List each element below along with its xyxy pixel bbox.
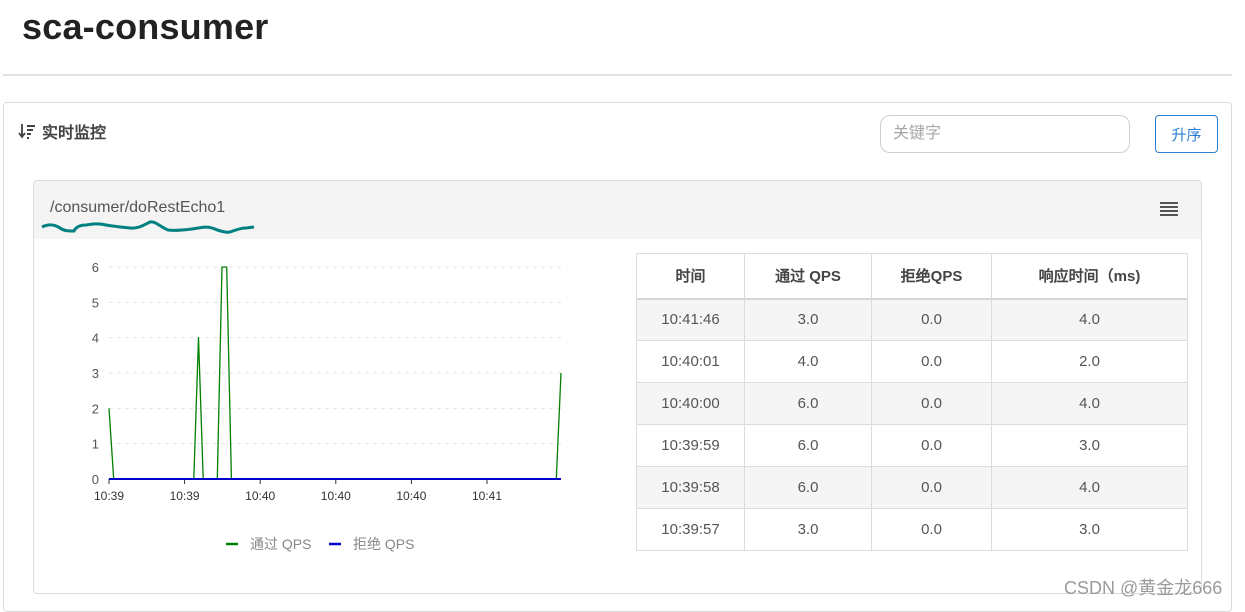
cell-block-qps: 0.0 — [871, 298, 992, 341]
cell-pass-qps: 6.0 — [744, 382, 872, 425]
column-header-block-qps: 拒绝QPS — [871, 253, 992, 300]
resource-name: /consumer/doRestEcho1 — [50, 199, 226, 216]
x-tick-label: 10:39 — [170, 489, 200, 503]
chart-axes: 0 1 2 3 4 5 6 10:39 10:39 10:40 10:40 10:40 10:41 — [92, 260, 561, 503]
cell-pass-qps: 6.0 — [744, 424, 872, 467]
x-tick-label: 10:40 — [245, 489, 275, 503]
table-row: 10:40:01 4.0 0.0 2.0 — [636, 340, 1188, 383]
sort-ascending-button[interactable]: 升序 — [1155, 115, 1218, 153]
cell-block-qps: 0.0 — [871, 340, 992, 383]
cell-rt: 4.0 — [991, 382, 1188, 425]
cell-pass-qps: 6.0 — [744, 466, 872, 509]
table-row: 10:41:46 3.0 0.0 4.0 — [636, 298, 1188, 341]
column-header-time: 时间 — [636, 253, 745, 300]
cell-block-qps: 0.0 — [871, 382, 992, 425]
y-tick-label: 3 — [92, 366, 99, 381]
column-header-rt: 响应时间（ms) — [991, 253, 1188, 300]
resource-card: /consumer/doRestEcho1 0 1 2 3 4 5 6 10:39 10:39 1… — [33, 180, 1202, 594]
chart-grid — [109, 266, 561, 445]
cell-rt: 4.0 — [991, 466, 1188, 509]
table-row: 10:39:57 3.0 0.0 3.0 — [636, 508, 1188, 551]
cell-rt: 3.0 — [991, 508, 1188, 551]
search-input[interactable] — [880, 115, 1130, 153]
watermark: CSDN @黄金龙666 — [1064, 578, 1223, 598]
cell-time: 10:39:59 — [636, 424, 745, 467]
qps-table: 时间 通过 QPS 拒绝QPS 响应时间（ms) 10:41:46 3.0 0.… — [636, 253, 1188, 551]
x-tick-label: 10:41 — [472, 489, 502, 503]
y-tick-label: 4 — [92, 331, 99, 346]
panel-heading-label: 实时监控 — [42, 125, 107, 142]
y-tick-label: 1 — [92, 437, 99, 452]
monitor-panel: 实时监控 升序 /consumer/doRestEcho1 0 1 2 3 4 5 6 10:… — [3, 102, 1232, 612]
panel-heading: 实时监控 — [18, 119, 106, 143]
chart-legend: 通过 QPS 拒绝 QPS — [226, 536, 414, 552]
cell-block-qps: 0.0 — [871, 466, 992, 509]
cell-time: 10:39:57 — [636, 508, 745, 551]
cell-rt: 2.0 — [991, 340, 1188, 383]
y-tick-label: 2 — [92, 401, 99, 416]
y-tick-label: 6 — [92, 260, 99, 275]
qps-line-chart: 0 1 2 3 4 5 6 10:39 10:39 10:40 10:40 10:40 10:41 通过… — [92, 260, 562, 552]
sparkline — [41, 220, 255, 234]
table-row: 10:39:58 6.0 0.0 4.0 — [636, 466, 1188, 509]
cell-time: 10:40:01 — [636, 340, 745, 383]
table-row: 10:40:00 6.0 0.0 4.0 — [636, 382, 1188, 425]
menu-icon[interactable] — [1159, 201, 1179, 217]
cell-time: 10:39:58 — [636, 466, 745, 509]
table-row: 10:39:59 6.0 0.0 3.0 — [636, 424, 1188, 467]
table-header-row: 时间 通过 QPS 拒绝QPS 响应时间（ms) — [636, 253, 1188, 300]
page-title: sca-consumer — [22, 6, 269, 47]
title-divider — [3, 74, 1232, 76]
x-tick-label: 10:39 — [94, 489, 124, 503]
cell-block-qps: 0.0 — [871, 424, 992, 467]
legend-label: 通过 QPS — [250, 536, 311, 552]
x-tick-label: 10:40 — [321, 489, 351, 503]
cell-time: 10:40:00 — [636, 382, 745, 425]
x-tick-label: 10:40 — [396, 489, 426, 503]
y-tick-label: 0 — [92, 472, 99, 487]
cell-pass-qps: 3.0 — [744, 298, 872, 341]
column-header-pass-qps: 通过 QPS — [744, 253, 872, 300]
cell-time: 10:41:46 — [636, 298, 745, 341]
sort-icon — [18, 124, 35, 139]
legend-label: 拒绝 QPS — [353, 536, 414, 552]
resource-card-header: /consumer/doRestEcho1 — [34, 181, 1201, 239]
cell-pass-qps: 3.0 — [744, 508, 872, 551]
cell-block-qps: 0.0 — [871, 508, 992, 551]
cell-pass-qps: 4.0 — [744, 340, 872, 383]
cell-rt: 4.0 — [991, 298, 1188, 341]
y-tick-label: 5 — [92, 295, 99, 310]
cell-rt: 3.0 — [991, 424, 1188, 467]
